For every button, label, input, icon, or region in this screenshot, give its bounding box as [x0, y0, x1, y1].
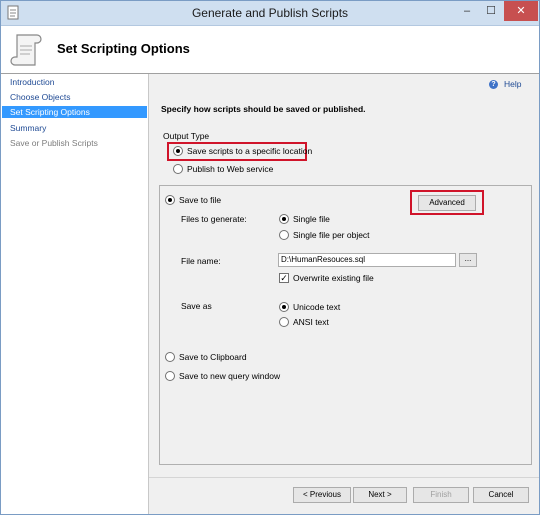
- overwrite-label[interactable]: Overwrite existing file: [293, 273, 374, 283]
- nav-item-save-or-publish: Save or Publish Scripts: [10, 138, 98, 148]
- save-to-query-window-label[interactable]: Save to new query window: [179, 371, 280, 381]
- finish-button: Finish: [413, 487, 469, 503]
- minimize-button[interactable]: –: [456, 1, 478, 21]
- publish-web-service-radio[interactable]: [173, 164, 183, 174]
- next-button[interactable]: Next >: [353, 487, 407, 503]
- save-to-clipboard-radio[interactable]: [165, 352, 175, 362]
- title-bar[interactable]: Generate and Publish Scripts – ☐ ✕: [1, 1, 539, 26]
- help-icon: ?: [489, 80, 498, 90]
- page-title: Set Scripting Options: [57, 41, 190, 56]
- ansi-text-radio[interactable]: [279, 317, 289, 327]
- save-to-file-radio[interactable]: [165, 195, 175, 205]
- ansi-text-label[interactable]: ANSI text: [293, 317, 329, 327]
- page-header: Set Scripting Options: [1, 26, 539, 74]
- overwrite-checkbox[interactable]: ✓: [279, 273, 289, 283]
- close-button[interactable]: ✕: [504, 1, 538, 21]
- help-label: Help: [504, 79, 522, 89]
- cancel-button[interactable]: Cancel: [473, 487, 529, 503]
- output-type-label: Output Type: [163, 131, 210, 141]
- maximize-button[interactable]: ☐: [480, 1, 502, 21]
- nav-item-introduction[interactable]: Introduction: [2, 76, 147, 88]
- save-to-location-radio[interactable]: [173, 146, 183, 156]
- save-options-panel: [159, 185, 532, 465]
- advanced-button[interactable]: Advanced: [418, 195, 476, 211]
- single-file-per-object-label[interactable]: Single file per object: [293, 230, 370, 240]
- save-to-clipboard-label[interactable]: Save to Clipboard: [179, 352, 247, 362]
- previous-button[interactable]: < Previous: [293, 487, 351, 503]
- files-to-generate-label: Files to generate:: [181, 214, 247, 224]
- file-name-label: File name:: [181, 256, 221, 266]
- save-to-location-label[interactable]: Save scripts to a specific location: [187, 146, 312, 156]
- unicode-text-label[interactable]: Unicode text: [293, 302, 340, 312]
- script-scroll-icon: [10, 34, 42, 66]
- save-as-label: Save as: [181, 301, 212, 311]
- nav-item-summary[interactable]: Summary: [2, 122, 147, 134]
- nav-item-choose-objects[interactable]: Choose Objects: [2, 91, 147, 103]
- unicode-text-radio[interactable]: [279, 302, 289, 312]
- footer-divider: [149, 477, 539, 478]
- save-to-file-label[interactable]: Save to file: [179, 195, 221, 205]
- nav-item-set-scripting-options[interactable]: Set Scripting Options: [2, 106, 147, 118]
- wizard-nav: Introduction Choose Objects Set Scriptin…: [1, 74, 149, 514]
- save-to-query-window-radio[interactable]: [165, 371, 175, 381]
- single-file-radio[interactable]: [279, 214, 289, 224]
- publish-web-service-label[interactable]: Publish to Web service: [187, 164, 273, 174]
- file-name-input[interactable]: D:\HumanResouces.sql: [278, 253, 456, 267]
- wizard-window: Generate and Publish Scripts – ☐ ✕ Set S…: [0, 0, 540, 515]
- single-file-per-object-radio[interactable]: [279, 230, 289, 240]
- help-link[interactable]: ? Help: [489, 79, 522, 90]
- single-file-label[interactable]: Single file: [293, 214, 330, 224]
- browse-button[interactable]: ...: [459, 253, 477, 267]
- instruction-text: Specify how scripts should be saved or p…: [161, 104, 366, 114]
